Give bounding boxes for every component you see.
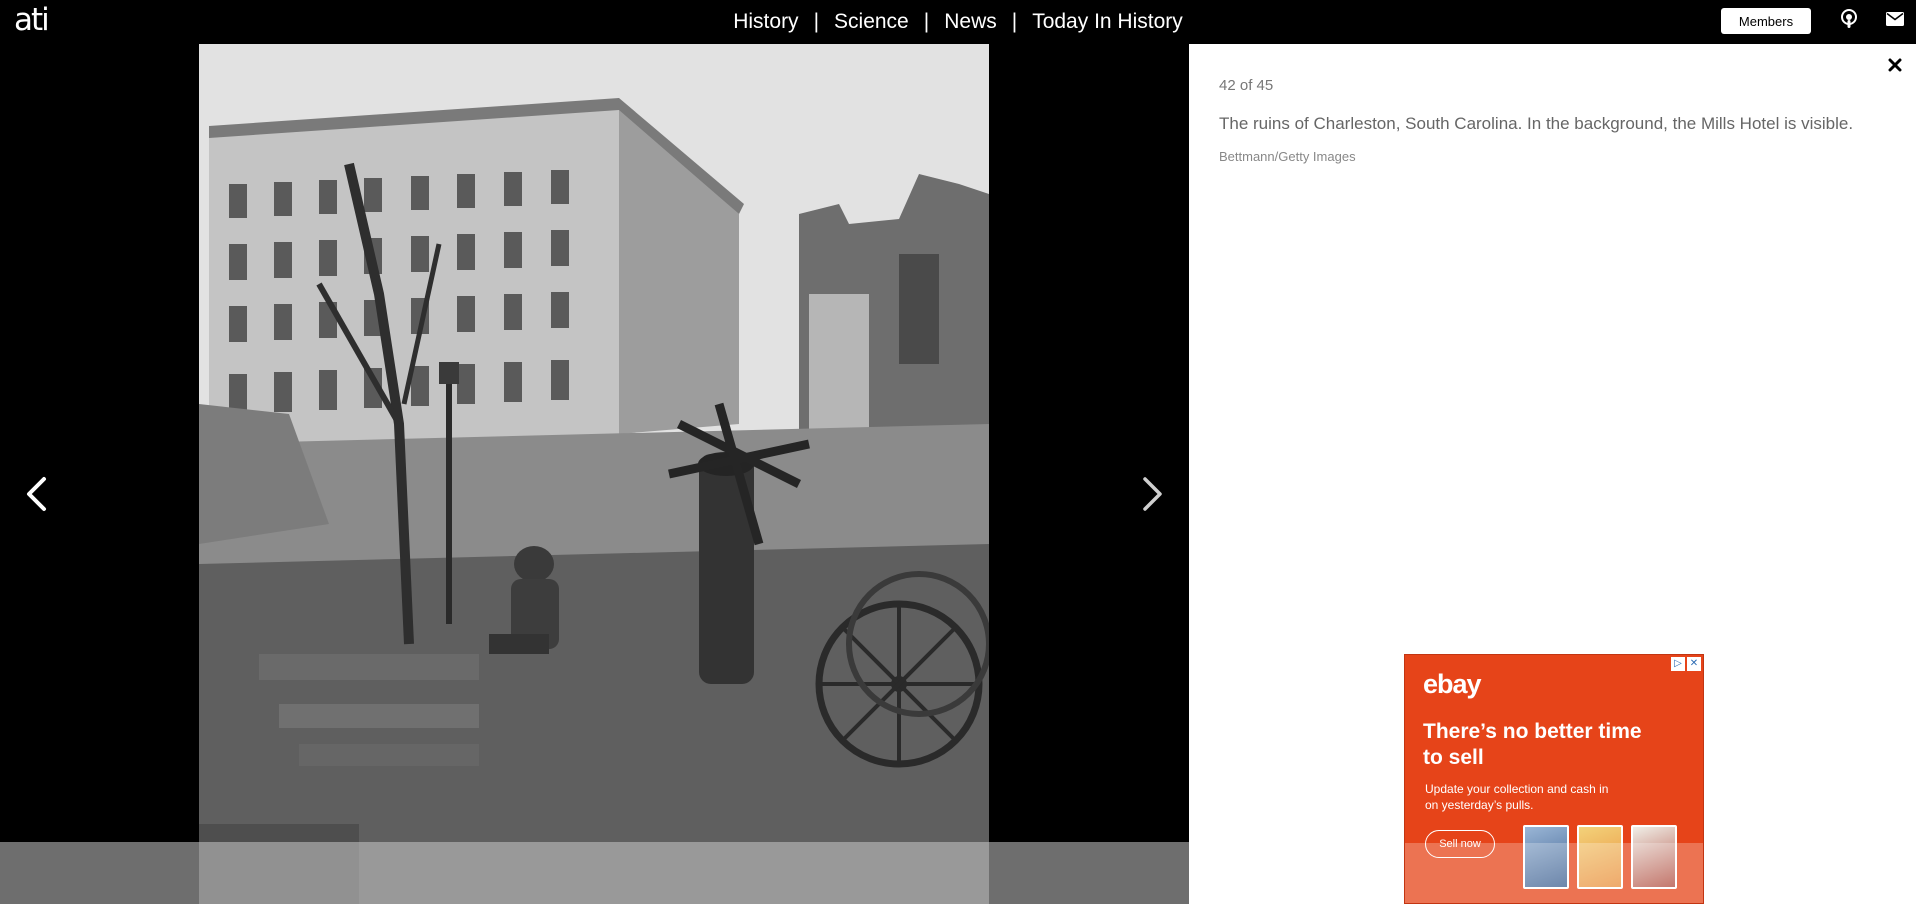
ad-headline: There’s no better time to sell <box>1423 720 1642 769</box>
main-nav: History | Science | News | Today In Hist… <box>0 0 1916 44</box>
nav-today-in-history[interactable]: Today In History <box>1032 10 1183 34</box>
bottom-overlay-bar <box>0 842 1189 904</box>
close-gallery-button[interactable] <box>1884 54 1906 76</box>
photo-credit: Bettmann/Getty Images <box>1219 149 1356 164</box>
photo-counter: 42 of 45 <box>1219 77 1274 94</box>
nav-news[interactable]: News <box>944 10 997 34</box>
site-logo[interactable]: ati <box>14 2 50 38</box>
nav-science[interactable]: Science <box>834 10 909 34</box>
podcast-icon[interactable] <box>1838 8 1860 30</box>
chevron-right-icon <box>1143 477 1162 511</box>
chevron-left-icon <box>27 477 46 511</box>
ad-close-icon[interactable]: ✕ <box>1687 657 1701 671</box>
nav-separator: | <box>813 10 820 33</box>
next-photo-button[interactable] <box>1133 464 1173 524</box>
nav-separator: | <box>1011 10 1018 33</box>
members-button[interactable]: Members <box>1721 8 1811 34</box>
mail-icon[interactable] <box>1884 8 1906 30</box>
ad-brand-logo: ebay <box>1423 669 1482 699</box>
gallery-photo <box>199 44 989 904</box>
previous-photo-button[interactable] <box>16 464 56 524</box>
nav-separator: | <box>923 10 930 33</box>
photo-caption: The ruins of Charleston, South Carolina.… <box>1219 114 1854 133</box>
nav-history[interactable]: History <box>733 10 798 34</box>
top-bar: ati History | Science | News | Today In … <box>0 0 1916 44</box>
adchoices-icon[interactable]: ▷ <box>1671 657 1685 671</box>
ad-overlay-fade <box>1405 843 1703 903</box>
close-icon <box>1888 58 1902 72</box>
ad-body-text: Update your collection and cash in on ye… <box>1425 782 1609 812</box>
ad-choices: ▷ ✕ <box>1671 657 1701 671</box>
ebay-advertisement[interactable]: ▷ ✕ ebay There’s no better time to sell … <box>1404 654 1704 904</box>
gallery-stage <box>0 44 1189 904</box>
